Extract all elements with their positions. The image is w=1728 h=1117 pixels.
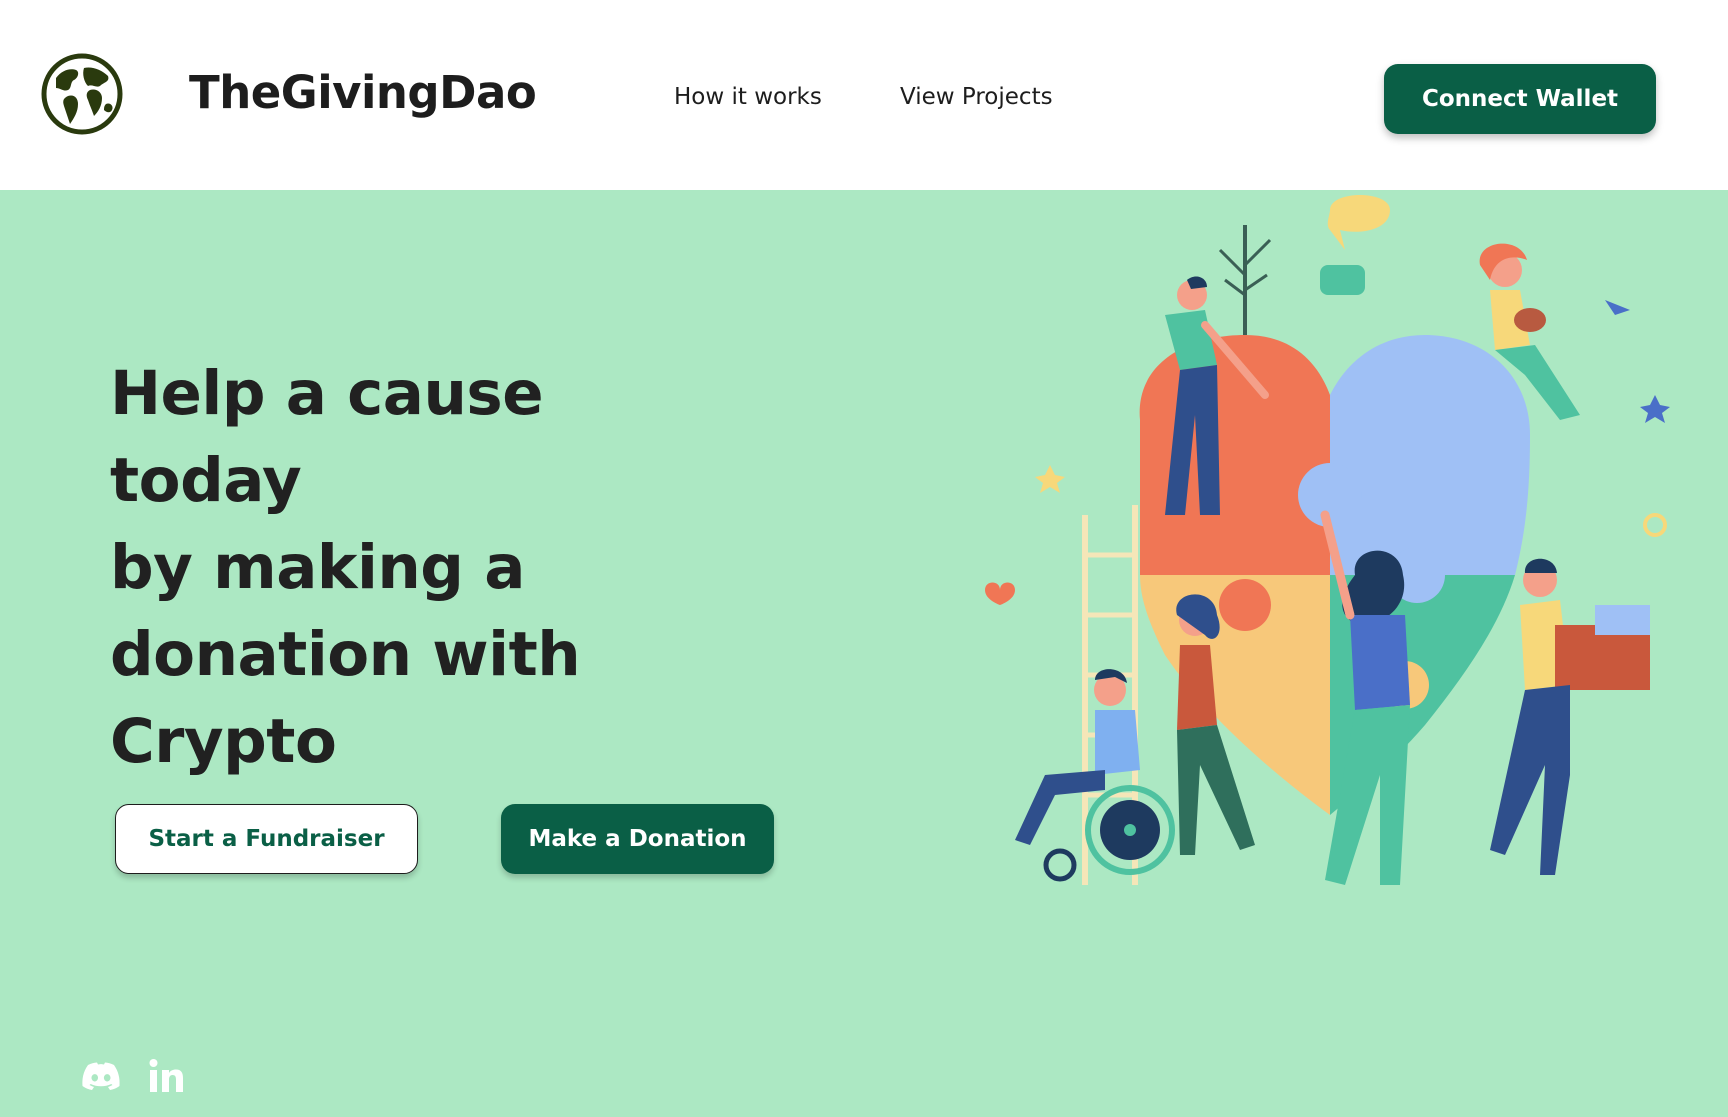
site-header: TheGivingDao How it works View Projects … bbox=[0, 0, 1728, 190]
brand-name[interactable]: TheGivingDao bbox=[189, 66, 537, 119]
hero-title: Help a cause today by making a donation … bbox=[110, 350, 750, 785]
nav-link-view-projects[interactable]: View Projects bbox=[900, 84, 1053, 110]
hero-title-line: by making a bbox=[110, 532, 525, 603]
linkedin-icon[interactable] bbox=[148, 1058, 184, 1094]
make-donation-button[interactable]: Make a Donation bbox=[501, 804, 774, 874]
connect-wallet-button[interactable]: Connect Wallet bbox=[1384, 64, 1656, 134]
nav-link-how-it-works[interactable]: How it works bbox=[674, 84, 822, 110]
hero-title-line: Crypto bbox=[110, 706, 337, 777]
start-fundraiser-button[interactable]: Start a Fundraiser bbox=[115, 804, 418, 874]
hero-title-line: donation with bbox=[110, 619, 581, 690]
globe-icon[interactable] bbox=[40, 52, 124, 136]
puzzle-heart-people-illustration bbox=[985, 195, 1670, 885]
hero-title-line: Help a cause today bbox=[110, 358, 544, 516]
discord-icon[interactable] bbox=[82, 1058, 120, 1094]
